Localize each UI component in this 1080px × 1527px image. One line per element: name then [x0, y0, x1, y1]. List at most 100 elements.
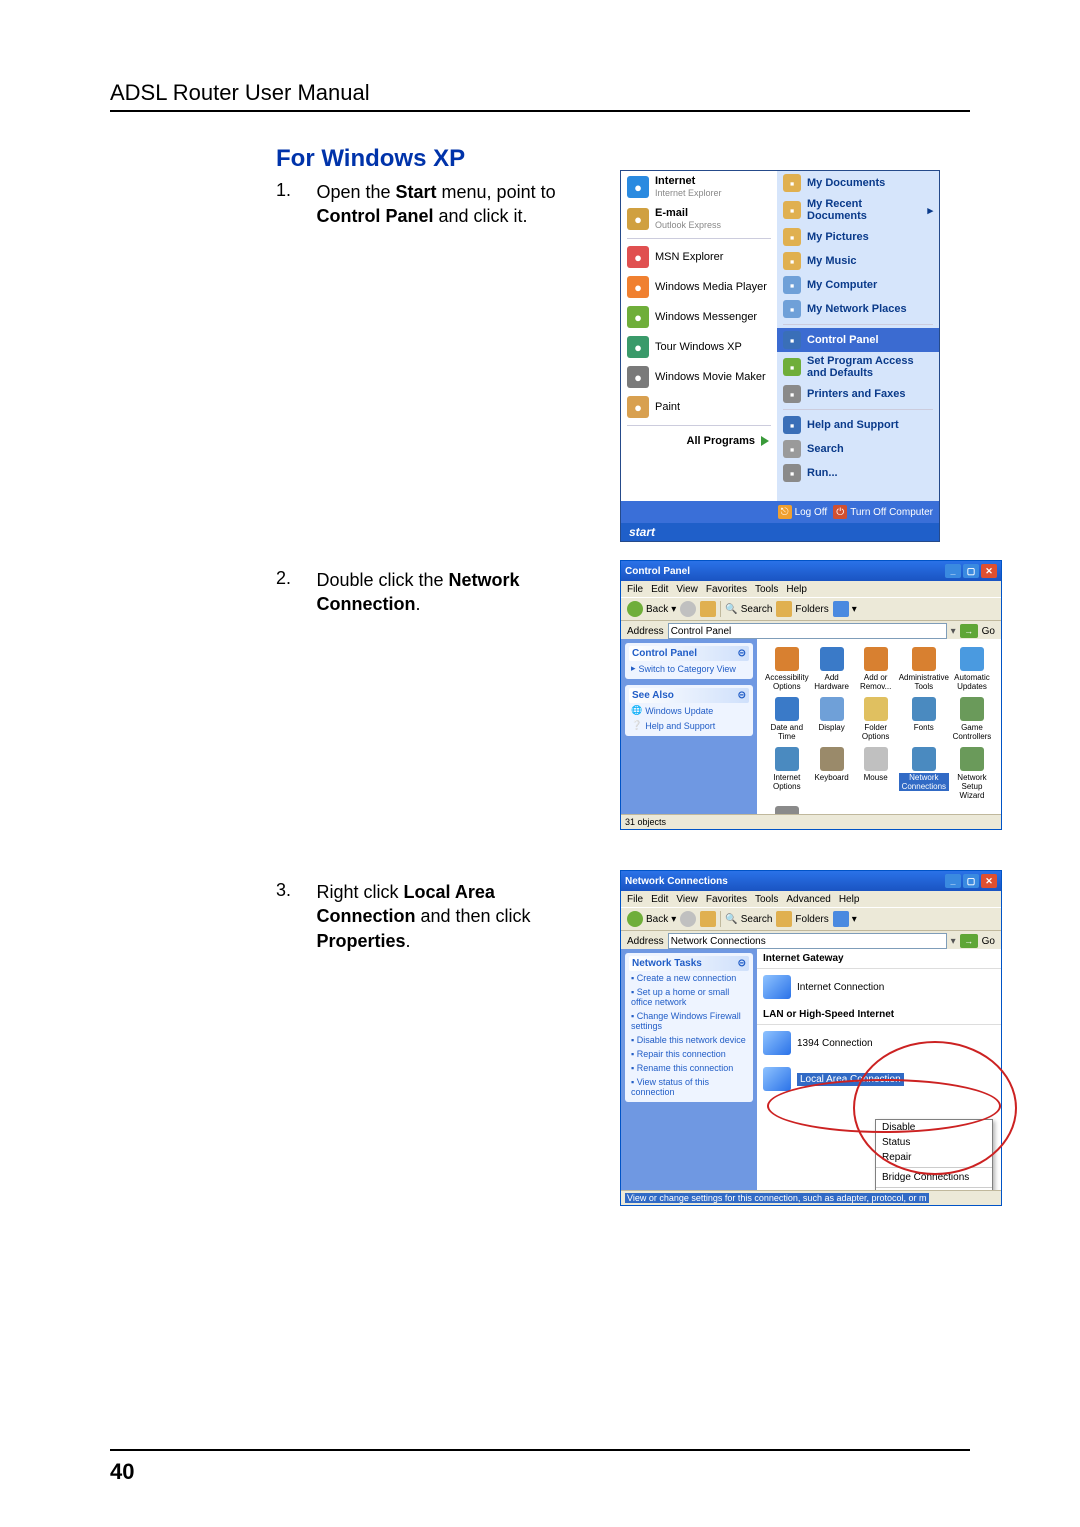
start-menu-item[interactable]: ●MSN Explorer — [621, 242, 777, 272]
folders-button[interactable]: Folders — [776, 911, 828, 927]
connection-local-area[interactable]: Local Area Connection — [757, 1061, 1001, 1097]
menu-edit[interactable]: Edit — [651, 584, 668, 595]
network-task-link[interactable]: ▪ Rename this connection — [629, 1061, 749, 1075]
minimize-button[interactable]: _ — [945, 564, 961, 578]
start-menu-pinned[interactable]: ●InternetInternet Explorer — [621, 171, 777, 203]
help-support-link[interactable]: ❔ Help and Support — [629, 718, 749, 733]
network-task-link[interactable]: ▪ Repair this connection — [629, 1047, 749, 1061]
cp-icon[interactable]: Network Connections — [899, 747, 949, 800]
start-menu-right-item[interactable]: ▪My Music — [777, 249, 939, 273]
network-task-link[interactable]: ▪ View status of this connection — [629, 1075, 749, 1099]
folders-button[interactable]: Folders — [776, 601, 828, 617]
menu-view[interactable]: View — [676, 584, 698, 595]
cp-icon[interactable]: Keyboard — [811, 747, 853, 800]
cp-icon[interactable]: Network Setup Wizard — [951, 747, 993, 800]
menu-help[interactable]: Help — [839, 894, 860, 905]
close-button[interactable]: ✕ — [981, 564, 997, 578]
cp-icon[interactable]: Mouse — [855, 747, 897, 800]
start-menu-right-item[interactable]: ▪Run... — [777, 461, 939, 485]
cp-icon[interactable]: Fonts — [899, 697, 949, 741]
turn-off-button[interactable]: ⏻Turn Off Computer — [833, 505, 933, 519]
network-task-link[interactable]: ▪ Disable this network device — [629, 1033, 749, 1047]
context-menu-disable[interactable]: Disable — [876, 1120, 992, 1135]
menu-advanced[interactable]: Advanced — [786, 894, 830, 905]
views-button[interactable]: ▾ — [833, 601, 857, 617]
instruction-3: 3. Right click Local Area Connection and… — [276, 880, 576, 953]
folder-up-icon — [700, 911, 716, 927]
cp-icon[interactable]: Automatic Updates — [951, 647, 993, 691]
status-bar: View or change settings for this connect… — [621, 1190, 1001, 1205]
start-menu-right-item[interactable]: ▪Printers and Faxes — [777, 382, 939, 406]
start-menu-right-item[interactable]: ▪My Documents — [777, 171, 939, 195]
forward-button[interactable] — [680, 601, 696, 617]
go-button[interactable]: → — [960, 934, 978, 948]
start-menu-right-item[interactable]: ▪Control Panel — [777, 328, 939, 352]
menu-file[interactable]: File — [627, 894, 643, 905]
menu-view[interactable]: View — [676, 894, 698, 905]
cp-icon[interactable]: Game Controllers — [951, 697, 993, 741]
menu-help[interactable]: Help — [786, 584, 807, 595]
address-input[interactable] — [668, 623, 947, 639]
control-panel-item-icon — [864, 747, 888, 771]
forward-button[interactable] — [680, 911, 696, 927]
connection-internet[interactable]: Internet Connection — [757, 969, 1001, 1005]
cp-icon[interactable]: Internet Options — [765, 747, 809, 800]
views-button[interactable]: ▾ — [833, 911, 857, 927]
close-button[interactable]: ✕ — [981, 874, 997, 888]
menu-file[interactable]: File — [627, 584, 643, 595]
start-button[interactable]: start — [621, 523, 939, 541]
start-menu-right-pane: ▪My Documents▪My Recent Documents▸▪My Pi… — [777, 171, 939, 501]
context-menu-repair[interactable]: Repair — [876, 1150, 992, 1165]
menu-tools[interactable]: Tools — [755, 584, 778, 595]
start-menu-item[interactable]: ●Windows Movie Maker — [621, 362, 777, 392]
control-panel-item-icon — [820, 697, 844, 721]
menu-favorites[interactable]: Favorites — [706, 894, 747, 905]
menu-favorites[interactable]: Favorites — [706, 584, 747, 595]
windows-update-link[interactable]: 🌐 Windows Update — [629, 703, 749, 718]
switch-category-view-link[interactable]: ▸ Switch to Category View — [629, 661, 749, 676]
start-menu-right-item[interactable]: ▪My Pictures — [777, 225, 939, 249]
back-button[interactable]: Back ▾ — [627, 601, 676, 617]
up-button[interactable] — [700, 911, 716, 927]
network-task-link[interactable]: ▪ Change Windows Firewall settings — [629, 1009, 749, 1033]
search-button[interactable]: 🔍Search — [725, 604, 772, 615]
menu-edit[interactable]: Edit — [651, 894, 668, 905]
maximize-button[interactable]: ▢ — [963, 564, 979, 578]
control-panel-item-icon — [864, 647, 888, 671]
start-menu-right-item[interactable]: ▪Set Program Access and Defaults — [777, 352, 939, 382]
maximize-button[interactable]: ▢ — [963, 874, 979, 888]
start-menu-right-item[interactable]: ▪My Recent Documents▸ — [777, 195, 939, 225]
start-menu-bottom-bar: ⎋Log Off ⏻Turn Off Computer — [621, 501, 939, 523]
cp-icon[interactable]: Date and Time — [765, 697, 809, 741]
network-task-link[interactable]: ▪ Create a new connection — [629, 971, 749, 985]
up-button[interactable] — [700, 601, 716, 617]
control-panel-panel: Control Panel ⊝ ▸ Switch to Category Vie… — [625, 643, 753, 679]
start-menu-right-item[interactable]: ▪Help and Support — [777, 413, 939, 437]
start-menu-right-item[interactable]: ▪My Network Places — [777, 297, 939, 321]
cp-icon[interactable]: Accessibility Options — [765, 647, 809, 691]
start-menu-pinned[interactable]: ●E-mailOutlook Express — [621, 203, 777, 235]
connection-1394[interactable]: 1394 Connection — [757, 1025, 1001, 1061]
start-menu-right-item[interactable]: ▪My Computer — [777, 273, 939, 297]
search-button[interactable]: 🔍Search — [725, 914, 772, 925]
back-button[interactable]: Back ▾ — [627, 911, 676, 927]
start-menu-right-item[interactable]: ▪Search — [777, 437, 939, 461]
start-menu-item[interactable]: ●Windows Messenger — [621, 302, 777, 332]
all-programs[interactable]: All Programs — [621, 429, 777, 453]
context-menu-bridge-connections[interactable]: Bridge Connections — [876, 1170, 992, 1185]
start-menu-item[interactable]: ●Paint — [621, 392, 777, 422]
cp-icon[interactable]: Display — [811, 697, 853, 741]
start-menu-item[interactable]: ●Windows Media Player — [621, 272, 777, 302]
context-menu-status[interactable]: Status — [876, 1135, 992, 1150]
cp-icon[interactable]: Folder Options — [855, 697, 897, 741]
cp-icon[interactable]: Add Hardware — [811, 647, 853, 691]
network-task-link[interactable]: ▪ Set up a home or small office network — [629, 985, 749, 1009]
address-input[interactable] — [668, 933, 947, 949]
log-off-button[interactable]: ⎋Log Off — [778, 505, 828, 519]
cp-icon[interactable]: Administrative Tools — [899, 647, 949, 691]
menu-tools[interactable]: Tools — [755, 894, 778, 905]
start-menu-item[interactable]: ●Tour Windows XP — [621, 332, 777, 362]
go-button[interactable]: → — [960, 624, 978, 638]
minimize-button[interactable]: _ — [945, 874, 961, 888]
cp-icon[interactable]: Add or Remov... — [855, 647, 897, 691]
